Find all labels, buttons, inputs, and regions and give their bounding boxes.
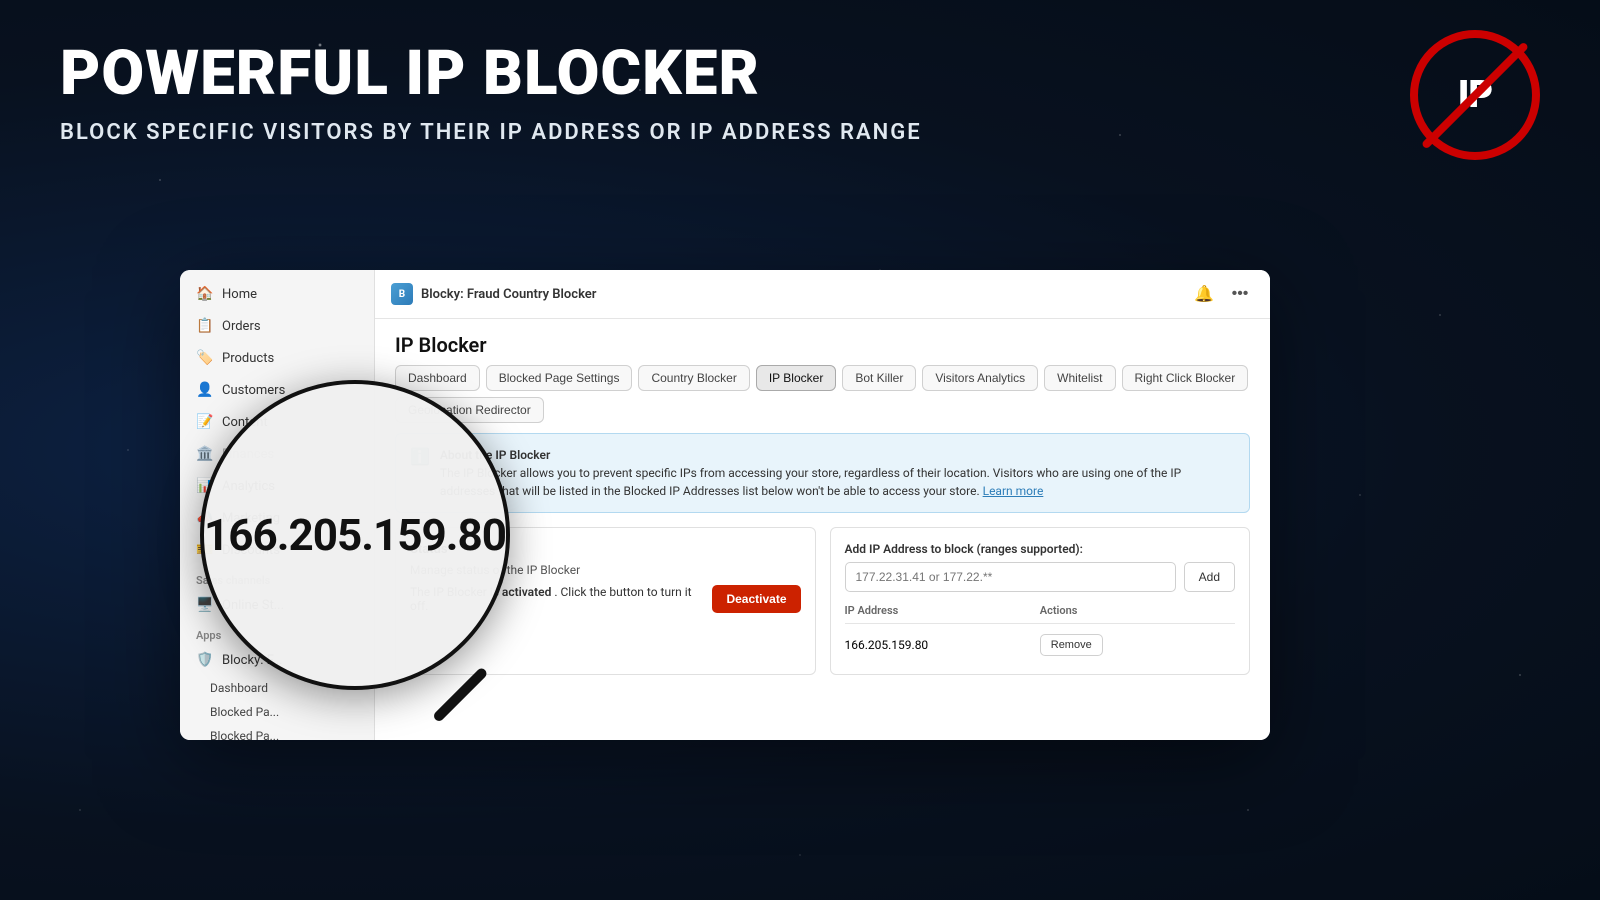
sidebar-label-marketing: Marketing bbox=[222, 511, 280, 526]
sidebar-item-finances[interactable]: 🏛️ Finances bbox=[180, 438, 374, 470]
sidebar-label-finances: Finances bbox=[222, 447, 274, 462]
add-ip-button[interactable]: Add bbox=[1184, 562, 1235, 592]
bell-button[interactable]: 🔔 bbox=[1190, 280, 1218, 308]
sidebar-sub-country-blocker-label: Blocked Pa... bbox=[210, 729, 279, 740]
sidebar-label-discounts: Discounts bbox=[222, 543, 280, 558]
hero-section: POWERFUL IP BLOCKER BLOCK SPECIFIC VISIT… bbox=[60, 40, 922, 145]
sidebar-label-home: Home bbox=[222, 287, 257, 302]
hero-title: POWERFUL IP BLOCKER bbox=[60, 40, 922, 108]
apps-section: Apps bbox=[180, 621, 374, 644]
app-window: 🏠 Home 📋 Orders 🏷️ Products 👤 Customers … bbox=[180, 270, 1270, 740]
home-icon: 🏠 bbox=[196, 286, 214, 302]
content-area: ℹ️ About the IP Blocker The IP Blocker a… bbox=[375, 433, 1270, 740]
sidebar-item-content[interactable]: 📝 Content bbox=[180, 406, 374, 438]
hero-subtitle: BLOCK SPECIFIC VISITORS BY THEIR IP ADDR… bbox=[60, 120, 922, 145]
tab-geolocation-redirector[interactable]: Geolocation Redirector bbox=[395, 397, 544, 423]
sidebar-sub-blocked-page-label: Blocked Pa... bbox=[210, 705, 279, 719]
sidebar-item-home[interactable]: 🏠 Home bbox=[180, 278, 374, 310]
tab-ip-blocker[interactable]: IP Blocker bbox=[756, 365, 836, 391]
tab-country-blocker[interactable]: Country Blocker bbox=[638, 365, 749, 391]
tab-visitors-analytics[interactable]: Visitors Analytics bbox=[922, 365, 1038, 391]
tab-right-click-blocker[interactable]: Right Click Blocker bbox=[1122, 365, 1249, 391]
ip-input-field[interactable] bbox=[845, 562, 1176, 592]
sidebar-item-online-store[interactable]: 🖥️ Online St... bbox=[180, 589, 374, 621]
sidebar-item-blocky[interactable]: 🛡️ Blocky: F... bbox=[180, 644, 374, 676]
sidebar-label-customers: Customers bbox=[222, 383, 285, 398]
products-icon: 🏷️ bbox=[196, 350, 214, 366]
sidebar-label-content: Content bbox=[222, 415, 268, 430]
tab-whitelist[interactable]: Whitelist bbox=[1044, 365, 1115, 391]
analytics-icon: 📊 bbox=[196, 478, 214, 494]
orders-icon: 📋 bbox=[196, 318, 214, 334]
ip-input-row: Add bbox=[845, 562, 1236, 592]
sidebar-item-products[interactable]: 🏷️ Products bbox=[180, 342, 374, 374]
tab-bot-killer[interactable]: Bot Killer bbox=[842, 365, 916, 391]
online-store-icon: 🖥️ bbox=[196, 597, 214, 613]
ip-address-section: Add IP Address to block (ranges supporte… bbox=[830, 527, 1251, 675]
sidebar: 🏠 Home 📋 Orders 🏷️ Products 👤 Customers … bbox=[180, 270, 375, 740]
blocky-icon: 🛡️ bbox=[196, 652, 214, 668]
ip-badge-text: IP bbox=[1458, 73, 1492, 117]
deactivate-button[interactable]: Deactivate bbox=[712, 585, 800, 613]
info-icon: ℹ️ bbox=[410, 447, 430, 500]
app-header-actions: 🔔 ••• bbox=[1190, 280, 1254, 308]
sidebar-item-analytics[interactable]: 📊 Analytics bbox=[180, 470, 374, 502]
ip-col-header: IP Address bbox=[845, 604, 1040, 617]
sidebar-item-customers[interactable]: 👤 Customers bbox=[180, 374, 374, 406]
tab-bar: Dashboard Blocked Page Settings Country … bbox=[375, 365, 1270, 433]
sidebar-sub-blocked-page[interactable]: Blocked Pa... bbox=[180, 700, 374, 724]
ip-badge-circle: IP bbox=[1410, 30, 1540, 160]
more-button[interactable]: ••• bbox=[1226, 280, 1254, 308]
info-box: ℹ️ About the IP Blocker The IP Blocker a… bbox=[395, 433, 1250, 513]
ip-badge: IP bbox=[1410, 30, 1540, 160]
sidebar-sub-dashboard[interactable]: Dashboard bbox=[180, 676, 374, 700]
ip-entry-value: 166.205.159.80 bbox=[845, 638, 1040, 652]
ip-section-add-label: Add IP Address to block (ranges supporte… bbox=[845, 542, 1236, 556]
customers-icon: 👤 bbox=[196, 382, 214, 398]
status-text-prefix: The IP Blocker is bbox=[410, 585, 499, 599]
sales-channels-section: Sales channels bbox=[180, 566, 374, 589]
two-col-section: Status Manage status of the IP Blocker T… bbox=[395, 527, 1250, 675]
sidebar-item-orders[interactable]: 📋 Orders bbox=[180, 310, 374, 342]
sidebar-label-analytics: Analytics bbox=[222, 479, 275, 494]
app-header-left: B Blocky: Fraud Country Blocker bbox=[391, 283, 596, 305]
remove-ip-button[interactable]: Remove bbox=[1040, 634, 1103, 656]
app-logo-text: B bbox=[399, 289, 405, 300]
status-message: The IP Blocker is activated . Click the … bbox=[410, 585, 712, 613]
content-icon: 📝 bbox=[196, 414, 214, 430]
info-title: About the IP Blocker bbox=[440, 448, 550, 462]
app-header: B Blocky: Fraud Country Blocker 🔔 ••• bbox=[375, 270, 1270, 319]
status-title: Status bbox=[410, 542, 801, 557]
sidebar-label-online-store: Online St... bbox=[222, 598, 284, 613]
sidebar-label-products: Products bbox=[222, 351, 274, 366]
sidebar-label-orders: Orders bbox=[222, 319, 261, 334]
sidebar-item-marketing[interactable]: 📣 Marketing bbox=[180, 502, 374, 534]
sidebar-label-blocky: Blocky: F... bbox=[222, 653, 283, 668]
status-section: Status Manage status of the IP Blocker T… bbox=[395, 527, 816, 675]
info-text: About the IP Blocker The IP Blocker allo… bbox=[440, 446, 1235, 500]
tab-blocked-page-settings[interactable]: Blocked Page Settings bbox=[486, 365, 633, 391]
main-content: B Blocky: Fraud Country Blocker 🔔 ••• IP… bbox=[375, 270, 1270, 740]
status-value: activated bbox=[502, 585, 551, 599]
page-title: IP Blocker bbox=[375, 319, 1270, 365]
ip-table-row: 166.205.159.80 Remove bbox=[845, 630, 1236, 660]
finances-icon: 🏛️ bbox=[196, 446, 214, 462]
discounts-icon: 🎫 bbox=[196, 542, 214, 558]
app-header-title: Blocky: Fraud Country Blocker bbox=[421, 287, 596, 302]
status-row: The IP Blocker is activated . Click the … bbox=[410, 585, 801, 613]
ip-table-header: IP Address Actions bbox=[845, 604, 1236, 624]
sidebar-sub-country-blocker[interactable]: Blocked Pa... bbox=[180, 724, 374, 740]
learn-more-link[interactable]: Learn more bbox=[983, 484, 1044, 498]
sidebar-sub-dashboard-label: Dashboard bbox=[210, 681, 268, 695]
app-logo: B bbox=[391, 283, 413, 305]
marketing-icon: 📣 bbox=[196, 510, 214, 526]
actions-col-header: Actions bbox=[1040, 604, 1235, 617]
tab-dashboard[interactable]: Dashboard bbox=[395, 365, 480, 391]
info-description: The IP Blocker allows you to prevent spe… bbox=[440, 466, 1181, 498]
status-subtitle: Manage status of the IP Blocker bbox=[410, 563, 801, 577]
sidebar-item-discounts[interactable]: 🎫 Discounts bbox=[180, 534, 374, 566]
